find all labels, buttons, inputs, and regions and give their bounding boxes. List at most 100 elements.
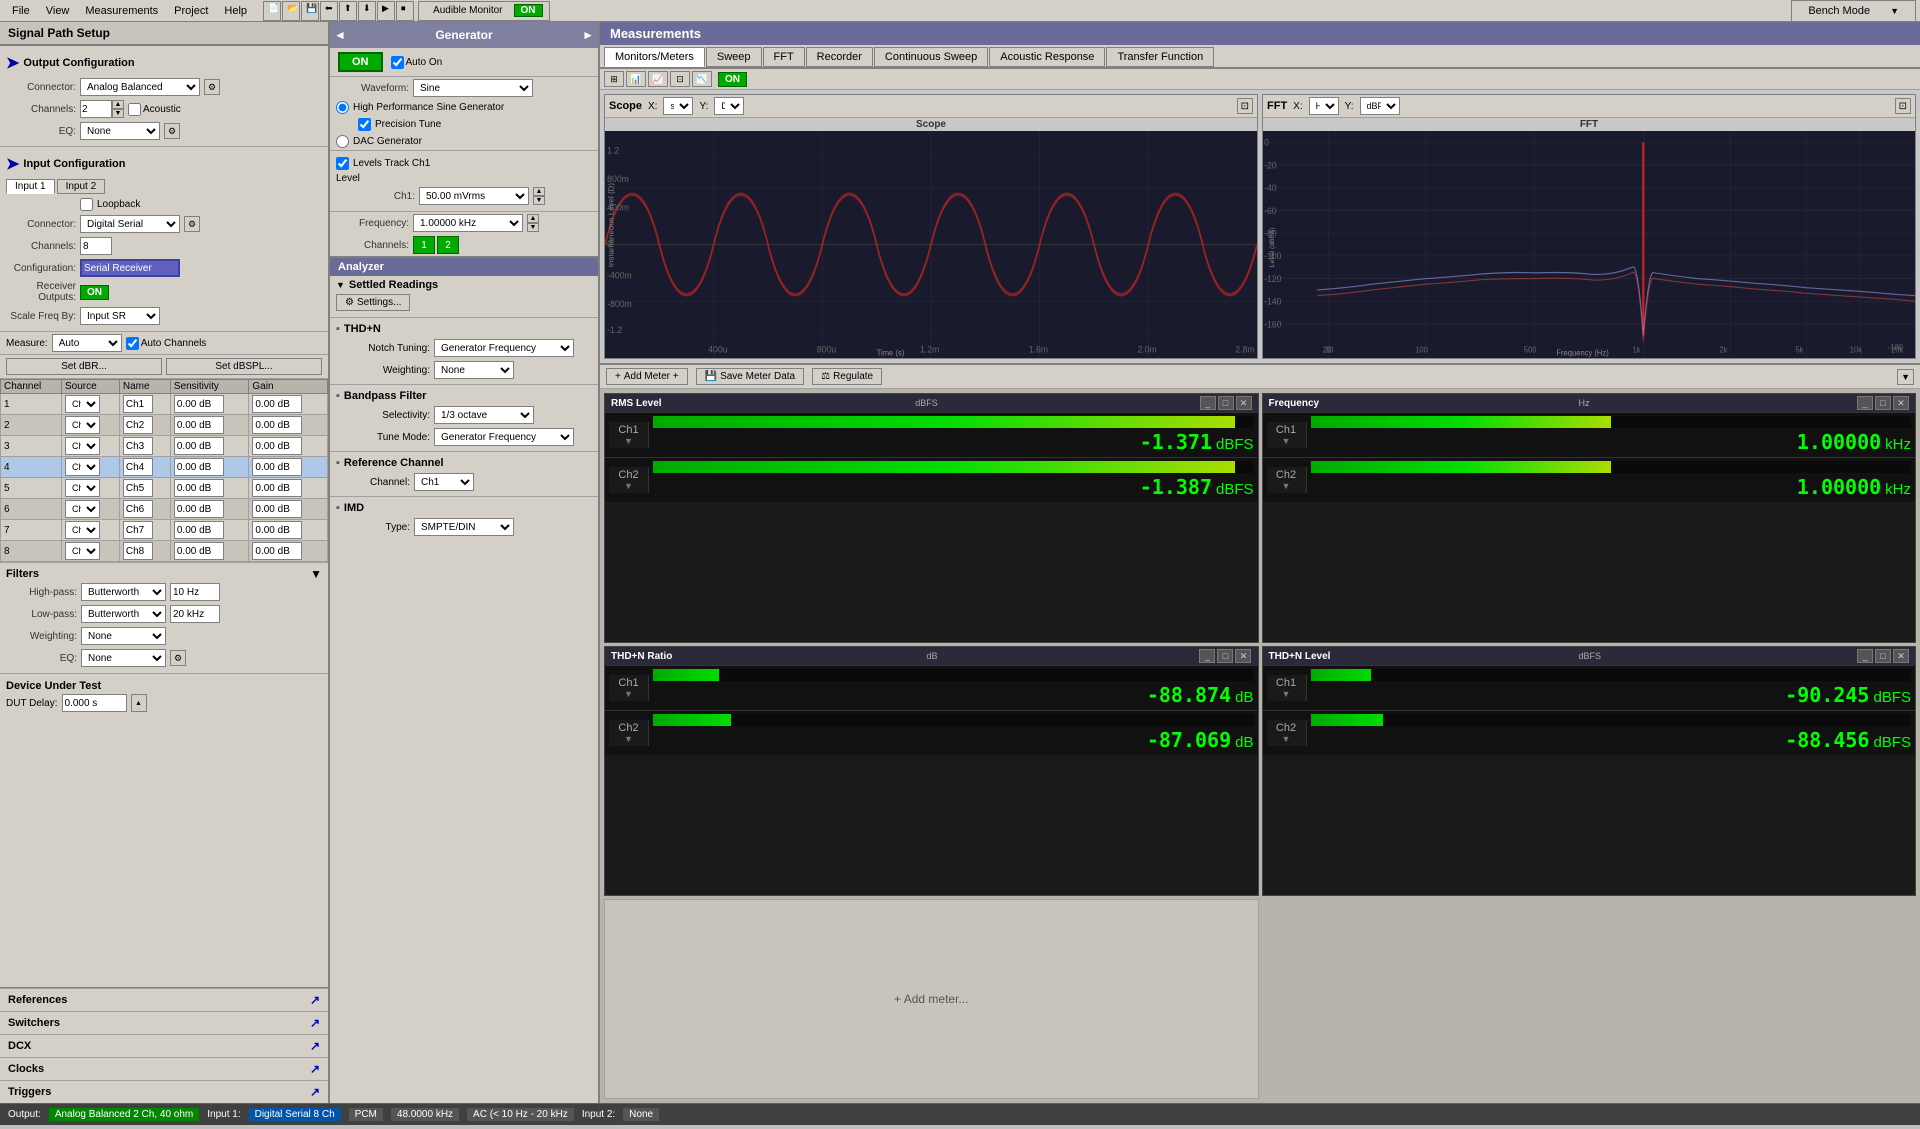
tb-btn-8[interactable]: ⏹	[396, 1, 414, 21]
filters-collapse[interactable]: ▼	[310, 567, 322, 581]
gen-ch1-btn[interactable]: 1	[413, 236, 435, 254]
highpass-type-select[interactable]: Butterworth	[81, 583, 166, 601]
ch1-level-down[interactable]: ▼	[533, 196, 545, 205]
fft-y-select[interactable]: dBFS	[1360, 97, 1400, 115]
name-input-2[interactable]	[123, 437, 153, 455]
gain-input-2[interactable]	[252, 437, 302, 455]
scope-expand-btn[interactable]: ⊡	[1237, 98, 1253, 114]
sensitivity-input-7[interactable]	[174, 542, 224, 560]
ch1-level-up[interactable]: ▲	[533, 187, 545, 196]
name-input-6[interactable]	[123, 521, 153, 539]
connector-select[interactable]: Analog Balanced	[80, 78, 200, 96]
menu-help[interactable]: Help	[216, 3, 255, 19]
nav-clocks[interactable]: Clocks ↗	[0, 1057, 328, 1080]
name-input-5[interactable]	[123, 500, 153, 518]
channels-down[interactable]: ▼	[112, 109, 124, 118]
source-select-4[interactable]: Ch5	[65, 479, 100, 497]
source-select-7[interactable]: Ch8	[65, 542, 100, 560]
gen-collapse-right[interactable]: ►	[582, 28, 594, 42]
add-meter-panel[interactable]: + Add meter...	[604, 899, 1259, 1099]
filter-eq-select[interactable]: None	[81, 649, 166, 667]
sensitivity-input-0[interactable]	[174, 395, 224, 413]
lowpass-freq-input[interactable]	[170, 605, 220, 623]
regulate-btn[interactable]: ⚖ Regulate	[812, 368, 882, 385]
input-channels-input[interactable]	[80, 237, 112, 255]
name-input-7[interactable]	[123, 542, 153, 560]
gain-input-7[interactable]	[252, 542, 302, 560]
notch-select[interactable]: Generator Frequency	[434, 339, 574, 357]
loopback-checkbox[interactable]	[80, 198, 93, 211]
name-input-0[interactable]	[123, 395, 153, 413]
mon-btn5[interactable]: 📉	[692, 71, 712, 87]
name-input-3[interactable]	[123, 458, 153, 476]
eq-config-btn[interactable]: ⚙	[164, 123, 180, 139]
generator-on-btn[interactable]: ON	[338, 52, 383, 72]
tab-transfer-function[interactable]: Transfer Function	[1106, 47, 1214, 67]
tab-monitors-meters[interactable]: Monitors/Meters	[604, 47, 705, 67]
weighting-select[interactable]: None	[81, 627, 166, 645]
monitor-on-btn[interactable]: ON	[514, 4, 543, 17]
set-dbr-btn[interactable]: Set dBR...	[6, 358, 162, 375]
high-perf-radio[interactable]	[336, 101, 349, 114]
freq-maximize-btn[interactable]: □	[1875, 396, 1891, 410]
source-select-2[interactable]: Ch3	[65, 437, 100, 455]
thdnr-close-btn[interactable]: ✕	[1235, 649, 1251, 663]
menu-view[interactable]: View	[38, 3, 78, 19]
sensitivity-input-1[interactable]	[174, 416, 224, 434]
scale-freq-select[interactable]: Input SR	[80, 307, 160, 325]
nav-triggers[interactable]: Triggers ↗	[0, 1080, 328, 1103]
source-select-1[interactable]: Ch2	[65, 416, 100, 434]
menu-measurements[interactable]: Measurements	[77, 3, 166, 19]
tb-btn-2[interactable]: 📂	[282, 1, 300, 21]
config-input[interactable]	[80, 259, 180, 277]
connector-config-btn[interactable]: ⚙	[204, 79, 220, 95]
mon-btn3[interactable]: 📈	[648, 71, 668, 87]
thdnl-close-btn[interactable]: ✕	[1893, 649, 1909, 663]
acoustic-checkbox[interactable]	[128, 103, 141, 116]
ref-channel-select[interactable]: Ch1	[414, 473, 474, 491]
input2-tab[interactable]: Input 2	[57, 179, 106, 194]
gain-input-0[interactable]	[252, 395, 302, 413]
channels-input[interactable]	[80, 100, 112, 118]
tab-recorder[interactable]: Recorder	[806, 47, 873, 67]
channels-spinbox[interactable]: ▲ ▼	[80, 100, 124, 118]
name-input-1[interactable]	[123, 416, 153, 434]
tune-mode-select[interactable]: Generator Frequency	[434, 428, 574, 446]
freq-up[interactable]: ▲	[527, 214, 539, 223]
nav-references[interactable]: References ↗	[0, 988, 328, 1011]
menu-project[interactable]: Project	[166, 3, 216, 19]
thdnl-minimize-btn[interactable]: _	[1857, 649, 1873, 663]
rms-maximize-btn[interactable]: □	[1218, 396, 1234, 410]
meters-collapse-btn[interactable]: ▼	[1897, 369, 1914, 385]
fft-expand-btn[interactable]: ⊡	[1895, 98, 1911, 114]
rms-close-btn[interactable]: ✕	[1236, 396, 1252, 410]
mon-btn4[interactable]: ⊡	[670, 71, 690, 87]
frequency-select[interactable]: 1.00000 kHz	[413, 214, 523, 232]
scope-y-select[interactable]: D	[714, 97, 744, 115]
tb-btn-4[interactable]: ⬅	[320, 1, 338, 21]
sensitivity-input-6[interactable]	[174, 521, 224, 539]
rms-minimize-btn[interactable]: _	[1200, 396, 1216, 410]
thdnr-maximize-btn[interactable]: □	[1217, 649, 1233, 663]
freq-down[interactable]: ▼	[527, 223, 539, 232]
freq-close-btn[interactable]: ✕	[1893, 396, 1909, 410]
source-select-3[interactable]: Ch4	[65, 458, 100, 476]
gen-ch2-btn[interactable]: 2	[437, 236, 459, 254]
auto-on-checkbox[interactable]	[391, 56, 404, 69]
input-connector-config-btn[interactable]: ⚙	[184, 216, 200, 232]
bench-mode-button[interactable]: Bench Mode ▼	[1791, 0, 1916, 22]
selectivity-select[interactable]: 1/3 octave	[434, 406, 534, 424]
menu-file[interactable]: File	[4, 3, 38, 19]
tb-btn-5[interactable]: ⬆	[339, 1, 357, 21]
imd-type-select[interactable]: SMPTE/DIN	[414, 518, 514, 536]
auto-channels-checkbox[interactable]	[126, 337, 139, 350]
sensitivity-input-2[interactable]	[174, 437, 224, 455]
eq-select[interactable]: None	[80, 122, 160, 140]
fft-x-select[interactable]: Hz	[1309, 97, 1339, 115]
filter-eq-config-btn[interactable]: ⚙	[170, 650, 186, 666]
lowpass-type-select[interactable]: Butterworth	[81, 605, 166, 623]
thdnr-minimize-btn[interactable]: _	[1199, 649, 1215, 663]
tb-btn-7[interactable]: ▶	[377, 1, 395, 21]
scope-x-select[interactable]: s	[663, 97, 693, 115]
tab-continuous-sweep[interactable]: Continuous Sweep	[874, 47, 988, 67]
